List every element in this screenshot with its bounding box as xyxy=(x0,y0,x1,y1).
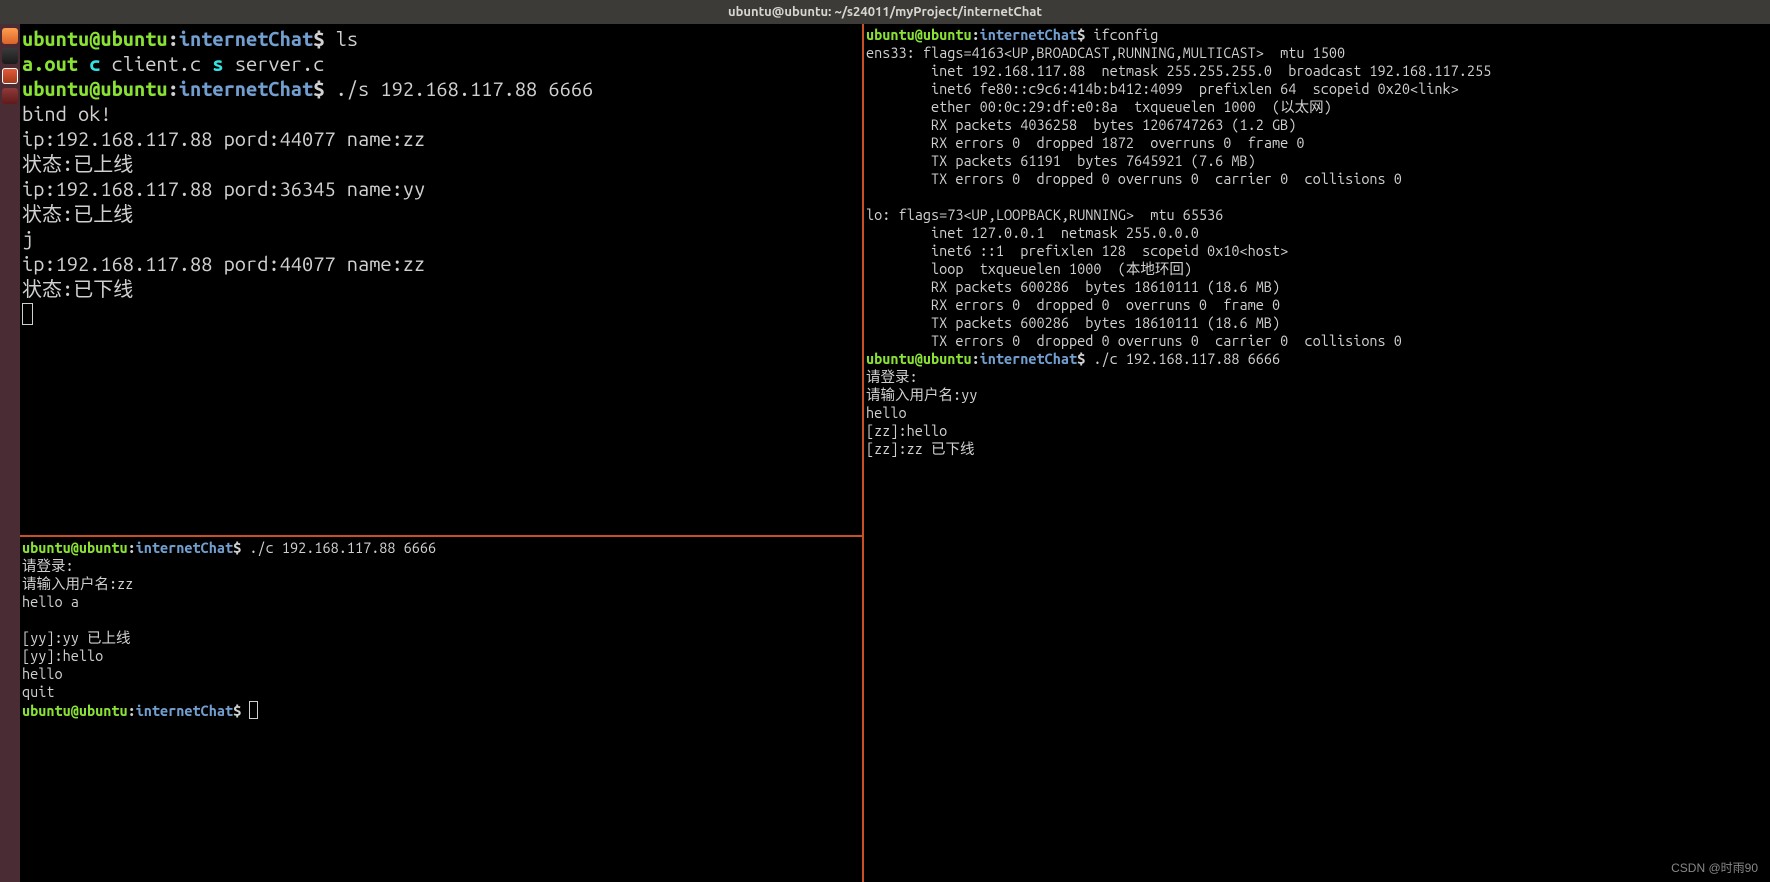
prompt-path: internetChat xyxy=(980,350,1077,367)
ifconfig-output: ens33: flags=4163<UP,BROADCAST,RUNNING,M… xyxy=(866,44,1768,350)
launcher-icon-app[interactable] xyxy=(2,68,18,84)
client-output-line: hello a xyxy=(22,593,860,611)
server-output-line: ip:192.168.117.88 pord:44077 name:zz xyxy=(22,126,860,151)
command-run-client: ./c 192.168.117.88 6666 xyxy=(249,539,436,556)
split-terminals: ubuntu@ubuntu:internetChat$ ls a.out c c… xyxy=(20,24,1770,882)
client-output-line: 请登录: xyxy=(22,557,860,575)
client-output-line: hello xyxy=(866,404,1768,422)
prompt-colon: : xyxy=(168,27,179,50)
prompt-path: internetChat xyxy=(179,77,313,100)
prompt-dollar: $ xyxy=(313,27,324,50)
prompt-dollar: $ xyxy=(313,77,324,100)
launcher-icon-terminal[interactable] xyxy=(2,48,18,64)
prompt-path: internetChat xyxy=(980,26,1077,43)
left-column: ubuntu@ubuntu:internetChat$ ls a.out c c… xyxy=(20,24,862,882)
prompt-user: ubuntu@ubuntu xyxy=(22,27,168,50)
prompt-dollar: $ xyxy=(1077,26,1085,43)
file-c: c xyxy=(89,52,100,75)
prompt-colon: : xyxy=(972,26,980,43)
file-aout: a.out xyxy=(22,52,78,75)
command-ls: ls xyxy=(336,27,358,50)
server-output-line: 状态:已下线 xyxy=(22,276,860,301)
server-output-line: bind ok! xyxy=(22,101,860,126)
file-serverc: server.c xyxy=(235,52,325,75)
terminal-pane-server[interactable]: ubuntu@ubuntu:internetChat$ ls a.out c c… xyxy=(20,24,862,537)
client-output-line: hello xyxy=(22,665,860,683)
client-output-line: [zz]:hello xyxy=(866,422,1768,440)
server-output-line: 状态:已上线 xyxy=(22,151,860,176)
prompt-dollar: $ xyxy=(233,702,241,719)
prompt-user: ubuntu@ubuntu xyxy=(866,350,972,367)
prompt-colon: : xyxy=(972,350,980,367)
ls-output: a.out c client.c s server.c xyxy=(22,51,860,76)
prompt-path: internetChat xyxy=(136,539,233,556)
prompt-user: ubuntu@ubuntu xyxy=(866,26,972,43)
launcher-icon-firefox[interactable] xyxy=(2,28,18,44)
command-ifconfig: ifconfig xyxy=(1093,26,1158,43)
launcher-icon-other[interactable] xyxy=(2,88,18,104)
prompt-user: ubuntu@ubuntu xyxy=(22,539,128,556)
file-clientc: client.c xyxy=(112,52,202,75)
file-s: s xyxy=(212,52,223,75)
prompt-colon: : xyxy=(128,702,136,719)
server-output-line: 状态:已上线 xyxy=(22,201,860,226)
client-output-line: [yy]:hello xyxy=(22,647,860,665)
client-output-line: 请输入用户名:yy xyxy=(866,386,1768,404)
terminal-pane-client-zz[interactable]: ubuntu@ubuntu:internetChat$ ./c 192.168.… xyxy=(20,537,862,882)
server-output-line: j xyxy=(22,226,860,251)
prompt-colon: : xyxy=(128,539,136,556)
prompt-path: internetChat xyxy=(136,702,233,719)
cursor-icon xyxy=(249,701,258,719)
client-output-line: [zz]:zz 已下线 xyxy=(866,440,1768,458)
prompt-dollar: $ xyxy=(1077,350,1085,367)
main-area: ubuntu@ubuntu:internetChat$ ls a.out c c… xyxy=(0,24,1770,882)
prompt-path: internetChat xyxy=(179,27,313,50)
watermark-text: CSDN @时雨90 xyxy=(1671,859,1758,876)
client-output-line: 请输入用户名:zz xyxy=(22,575,860,593)
server-output-line: ip:192.168.117.88 pord:44077 name:zz xyxy=(22,251,860,276)
command-run-client-yy: ./c 192.168.117.88 6666 xyxy=(1093,350,1280,367)
window-titlebar: ubuntu@ubuntu: ~/s24011/myProject/intern… xyxy=(0,0,1770,24)
client-output-line: quit xyxy=(22,683,860,701)
server-output-line: ip:192.168.117.88 pord:36345 name:yy xyxy=(22,176,860,201)
client-output-line: 请登录: xyxy=(866,368,1768,386)
prompt-colon: : xyxy=(168,77,179,100)
client-output-line: [yy]:yy 已上线 xyxy=(22,629,860,647)
client-output-line xyxy=(22,611,860,629)
prompt-user: ubuntu@ubuntu xyxy=(22,702,128,719)
prompt-dollar: $ xyxy=(233,539,241,556)
terminal-pane-client-yy[interactable]: ubuntu@ubuntu:internetChat$ ifconfig ens… xyxy=(862,24,1770,882)
prompt-user: ubuntu@ubuntu xyxy=(22,77,168,100)
launcher-sidebar xyxy=(0,24,20,882)
cursor-icon xyxy=(22,303,33,325)
command-run-server: ./s 192.168.117.88 6666 xyxy=(336,77,594,100)
